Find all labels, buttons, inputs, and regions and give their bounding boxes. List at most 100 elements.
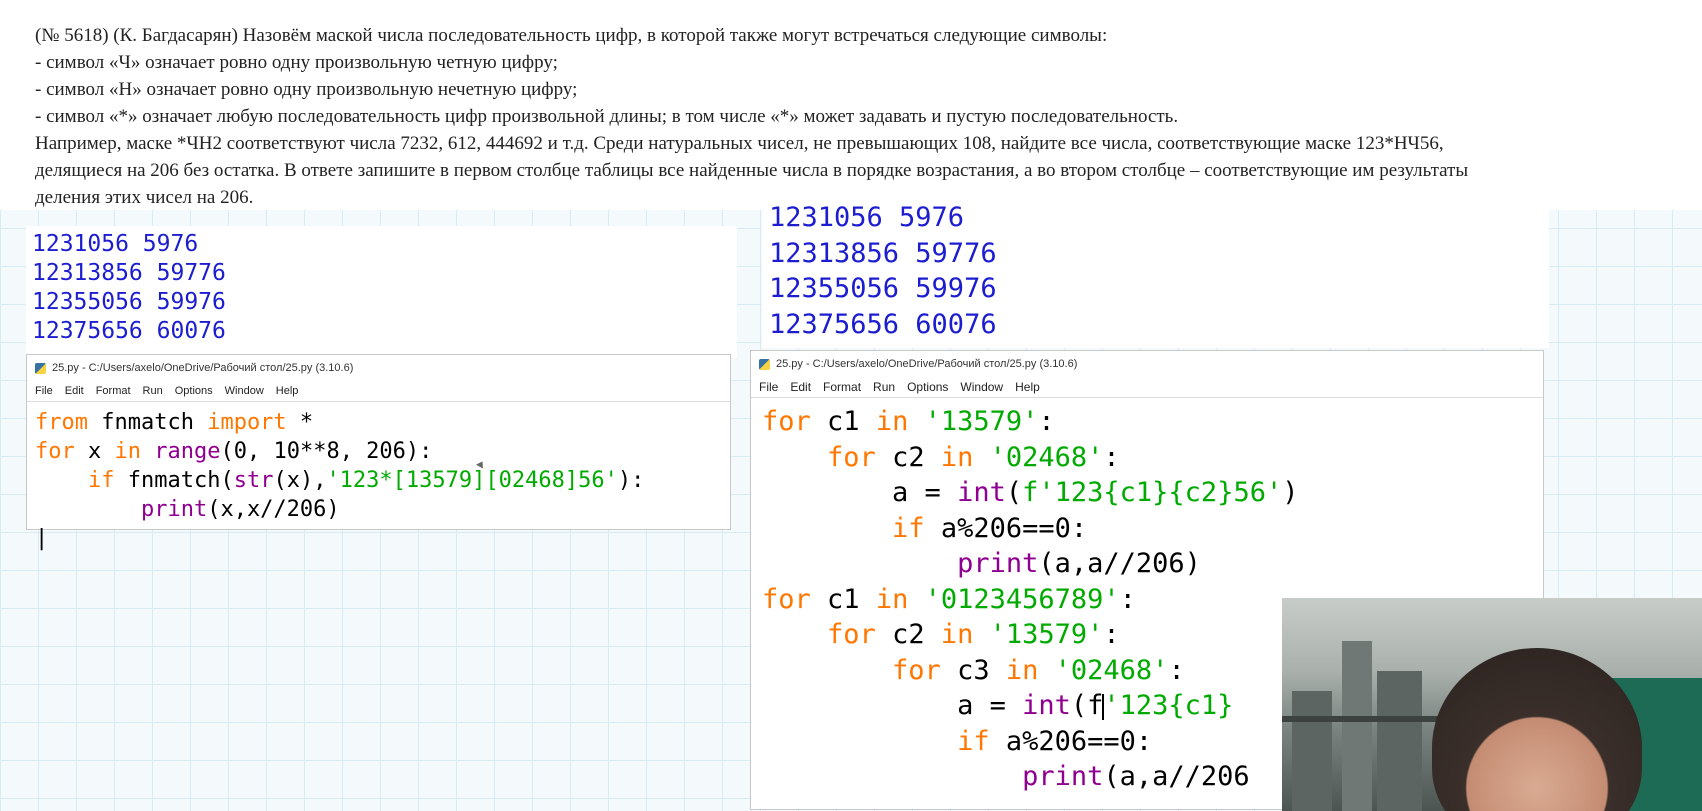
code-token: import [207, 410, 287, 435]
menu-run[interactable]: Run [143, 385, 163, 397]
code-token: for [35, 439, 75, 464]
menu-edit[interactable]: Edit [790, 380, 811, 394]
code-token: a = [762, 477, 958, 508]
code-line: from fnmatch import * [35, 408, 730, 437]
code-token: fnmatch( [114, 468, 234, 493]
editor-titlebar[interactable]: 25.py - C:/Users/axelo/OneDrive/Рабочий … [27, 355, 730, 381]
menu-window[interactable]: Window [225, 385, 264, 397]
menu-run[interactable]: Run [873, 380, 895, 394]
code-token: c1 [810, 406, 876, 437]
menu-options[interactable]: Options [175, 385, 213, 397]
code-line: print(a,a//206) [762, 546, 1543, 582]
code-line: a = int(f'123{c1}{c2}56') [762, 475, 1543, 511]
code-token: (x,x//206) [207, 497, 340, 522]
editor-title: 25.py - C:/Users/axelo/OneDrive/Рабочий … [52, 362, 354, 374]
code-token: '02468' [989, 441, 1104, 473]
code-line: for c1 in '13579': [762, 404, 1543, 440]
code-line: for c2 in '02468': [762, 440, 1543, 476]
code-token: '13579' [989, 619, 1104, 650]
output-line: 1231056 5976 [769, 202, 965, 233]
webcam-overlay [1282, 598, 1702, 811]
code-token: for [762, 583, 811, 615]
code-token: (0, 10**8, 206): [220, 439, 433, 464]
menu-edit[interactable]: Edit [65, 385, 84, 397]
output-line: 12355056 59976 [32, 289, 226, 315]
code-token: '02468' [1054, 654, 1169, 686]
menu-format[interactable]: Format [823, 380, 861, 394]
code-token: : [1103, 619, 1120, 650]
output-panel-left: 1231056 5976 12313856 59776 12355056 59976… [26, 226, 737, 358]
menu-window[interactable]: Window [960, 380, 1003, 394]
task-line: делящиеся на 206 без остатка. В ответе з… [35, 160, 1469, 181]
code-token: in [1005, 654, 1039, 686]
task-line: - символ «Ч» означает ровно одну произво… [35, 52, 558, 73]
code-token: int [957, 477, 1006, 508]
code-token: x [74, 439, 115, 464]
menu-help[interactable]: Help [276, 385, 299, 397]
output-line: 12313856 59776 [769, 237, 997, 269]
editor-menubar: File Edit Format Run Options Window Help [751, 377, 1543, 398]
code-token: : [1168, 654, 1185, 686]
menu-format[interactable]: Format [96, 385, 131, 397]
output-line: 12375656 60076 [32, 318, 226, 344]
code-token: for [892, 654, 941, 686]
menu-options[interactable]: Options [907, 380, 948, 394]
output-line: 1231056 5976 [32, 231, 199, 257]
code-token: c1 [810, 583, 876, 615]
code-token: c3 [940, 654, 1006, 686]
code-token: int [1022, 690, 1071, 721]
code-line: print(x,x//206) [35, 495, 730, 524]
code-line: if fnmatch(str(x),'123*[13579][02468]56'… [35, 466, 730, 495]
code-token: for [762, 406, 811, 437]
code-token: from [35, 410, 88, 435]
code-token: a%206==0: [924, 512, 1088, 544]
code-token: c2 [875, 619, 941, 650]
code-token: '123*[13579][02468]56' [326, 468, 618, 493]
editor-titlebar[interactable]: 25.py - C:/Users/axelo/OneDrive/Рабочий … [751, 351, 1543, 377]
code-token: '13579' [924, 406, 1039, 437]
code-token: if [87, 468, 115, 493]
code-token: '123{c1} [1103, 690, 1234, 721]
code-token: c2 [875, 441, 941, 473]
code-token: ): [617, 468, 645, 493]
python-file-icon [759, 358, 770, 370]
code-token: in [114, 439, 142, 464]
code-token: '0123456789' [924, 583, 1120, 615]
editor-menubar: File Edit Format Run Options Window Help [27, 381, 730, 402]
menu-file[interactable]: File [35, 385, 53, 397]
task-line: - символ «*» означает любую последовател… [35, 106, 1179, 127]
code-token: : [1103, 441, 1120, 473]
code-area[interactable]: from fnmatch import * for x in range(0, 1… [27, 402, 730, 553]
code-token: print [140, 497, 208, 522]
idle-editor-left[interactable]: 25.py - C:/Users/axelo/OneDrive/Рабочий … [26, 354, 731, 551]
presenter-head [1432, 648, 1642, 811]
code-token: in [875, 583, 909, 615]
code-line: for x in range(0, 10**8, 206): [35, 437, 730, 466]
code-token: (a,a//206 [1103, 761, 1250, 792]
code-token: print [1022, 761, 1104, 792]
output-line: 12313856 59776 [32, 260, 226, 286]
code-token: f'123{c1}{c2}56' [1022, 477, 1283, 508]
code-token: if [957, 725, 990, 757]
python-file-icon [35, 362, 46, 374]
menu-file[interactable]: File [759, 380, 778, 394]
code-token: (a,a//206) [1038, 548, 1201, 579]
code-token: a = [762, 690, 1023, 721]
code-line: | [35, 524, 730, 553]
code-token: | [35, 526, 49, 551]
menu-help[interactable]: Help [1015, 380, 1040, 394]
editor-title: 25.py - C:/Users/axelo/OneDrive/Рабочий … [776, 358, 1078, 370]
code-token: fnmatch [87, 410, 208, 435]
code-token: in [875, 406, 909, 437]
code-token: in [940, 441, 974, 473]
